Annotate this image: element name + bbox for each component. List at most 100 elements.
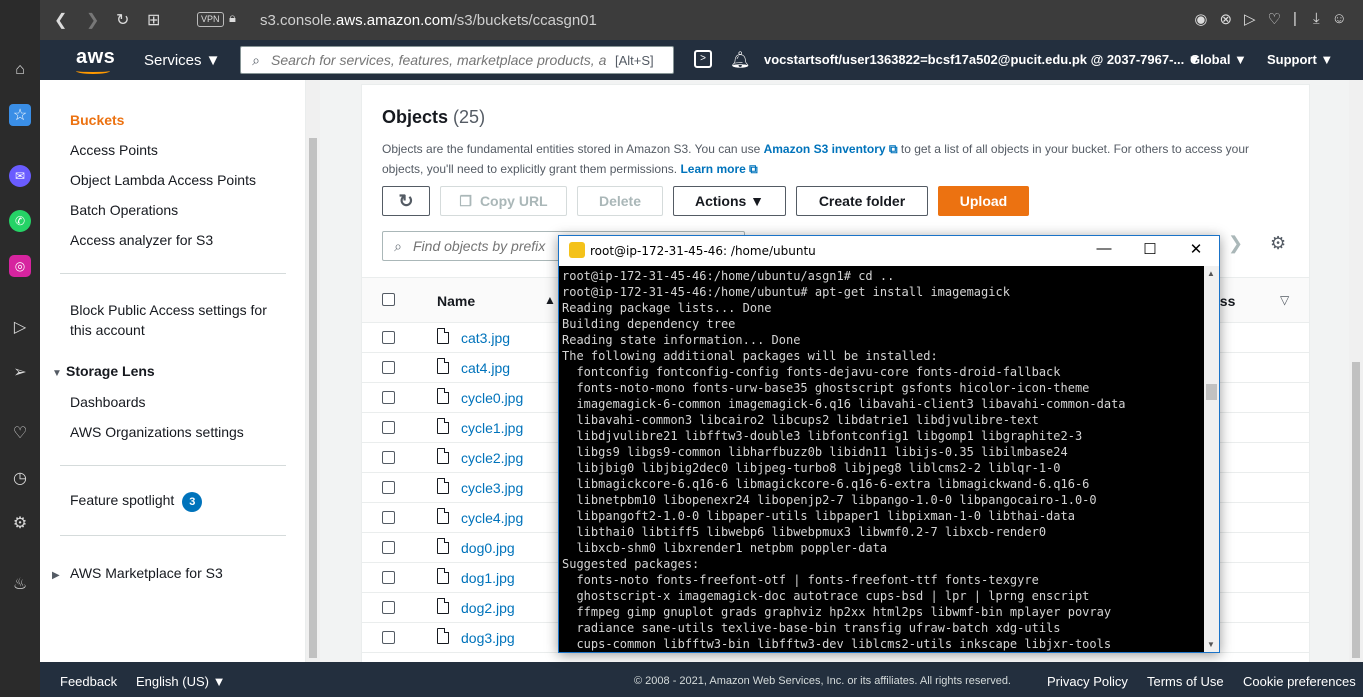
sidebar-item-block-public-access-2[interactable]: this account: [70, 322, 145, 338]
sidebar-scrollbar[interactable]: [306, 80, 320, 662]
terminal-window[interactable]: root@ip-172-31-45-46: /home/ubuntu — ☐ ✕…: [558, 235, 1220, 653]
terminal-titlebar[interactable]: root@ip-172-31-45-46: /home/ubuntu — ☐ ✕: [559, 236, 1219, 266]
refresh-button[interactable]: ↻: [382, 186, 430, 216]
actions-button[interactable]: Actions ▼: [673, 186, 786, 216]
row-checkbox[interactable]: [382, 511, 395, 524]
address-bar[interactable]: s3.console. aws.amazon.com/s3/buckets/cca…: [260, 8, 597, 32]
storage-lens-section[interactable]: ▼ Storage Lens: [52, 363, 155, 379]
scroll-thumb[interactable]: [1206, 384, 1217, 400]
row-checkbox[interactable]: [382, 601, 395, 614]
object-name-link[interactable]: dog2.jpg: [461, 600, 515, 616]
messenger-icon[interactable]: ✉: [9, 165, 31, 187]
select-all-checkbox[interactable]: [382, 293, 395, 306]
row-checkbox[interactable]: [382, 481, 395, 494]
sort-asc-icon[interactable]: ▲: [544, 293, 556, 307]
vpn-badge[interactable]: VPN: [197, 12, 224, 27]
object-name-link[interactable]: cat4.jpg: [461, 360, 510, 376]
object-name-link[interactable]: cycle1.jpg: [461, 420, 523, 436]
reload-icon[interactable]: ↻: [116, 10, 129, 30]
row-checkbox[interactable]: [382, 361, 395, 374]
heart-icon[interactable]: ♡: [9, 422, 31, 444]
services-menu[interactable]: Services ▼: [144, 52, 221, 69]
scroll-thumb[interactable]: [309, 138, 317, 658]
object-name-link[interactable]: cat3.jpg: [461, 330, 510, 346]
chevron-right-icon[interactable]: ❯: [1228, 233, 1243, 254]
feedback-link[interactable]: Feedback: [60, 674, 117, 689]
terminal-output[interactable]: root@ip-172-31-45-46:/home/ubuntu/asgn1#…: [562, 268, 1202, 652]
sidebar-item-org-settings[interactable]: AWS Organizations settings: [70, 424, 244, 440]
download-icon[interactable]: ⤓: [1313, 10, 1320, 28]
main-scrollbar[interactable]: [1349, 80, 1363, 662]
close-icon[interactable]: ✕: [1181, 240, 1211, 258]
row-checkbox[interactable]: [382, 571, 395, 584]
settings-icon[interactable]: ⚙: [9, 512, 31, 534]
bell-icon[interactable]: 🔔︎: [730, 50, 750, 70]
minimize-icon[interactable]: —: [1089, 240, 1119, 257]
object-name-link[interactable]: cycle3.jpg: [461, 480, 523, 496]
profile-icon[interactable]: ☺: [1332, 10, 1347, 28]
camera-icon[interactable]: ◉: [1194, 10, 1207, 28]
cloudshell-icon[interactable]: >: [694, 50, 712, 68]
object-name-link[interactable]: dog3.jpg: [461, 630, 515, 646]
aws-search-input[interactable]: [271, 52, 611, 68]
whatsapp-icon[interactable]: ✆: [9, 210, 31, 232]
terminal-scrollbar[interactable]: ▲ ▼: [1204, 266, 1219, 652]
row-checkbox[interactable]: [382, 331, 395, 344]
sidebar-item-object-lambda[interactable]: Object Lambda Access Points: [70, 172, 256, 188]
terms-link[interactable]: Terms of Use: [1147, 674, 1224, 689]
home-icon[interactable]: ⌂: [9, 59, 31, 81]
region-menu[interactable]: Global ▼: [1190, 52, 1247, 67]
lock-icon[interactable]: 🔒︎: [229, 10, 236, 26]
marketplace-section[interactable]: ▶ AWS Marketplace for S3: [52, 565, 223, 581]
s3-inventory-link[interactable]: Amazon S3 inventory: [764, 142, 886, 156]
maximize-icon[interactable]: ☐: [1135, 240, 1165, 258]
upload-button[interactable]: Upload: [938, 186, 1029, 216]
player-icon[interactable]: ▷: [9, 316, 31, 338]
object-name-link[interactable]: dog0.jpg: [461, 540, 515, 556]
gear-icon[interactable]: ⚙: [1270, 233, 1286, 254]
aws-search[interactable]: ⌕ [Alt+S]: [240, 46, 674, 74]
sidebar-item-batch-operations[interactable]: Batch Operations: [70, 202, 178, 218]
history-icon[interactable]: ◷: [9, 467, 31, 489]
support-menu[interactable]: Support ▼: [1267, 52, 1333, 67]
scroll-up-icon[interactable]: ▲: [1207, 269, 1215, 278]
delete-button[interactable]: Delete: [577, 186, 663, 216]
object-name-link[interactable]: cycle0.jpg: [461, 390, 523, 406]
lightbulb-icon[interactable]: ♨: [9, 573, 31, 595]
aws-logo[interactable]: aws: [76, 46, 115, 74]
learn-more-link[interactable]: Learn more: [680, 162, 745, 176]
privacy-link[interactable]: Privacy Policy: [1047, 674, 1128, 689]
back-icon[interactable]: ❮: [54, 10, 67, 30]
cookie-preferences-link[interactable]: Cookie preferences: [1243, 674, 1356, 689]
sidebar-item-access-points[interactable]: Access Points: [70, 142, 158, 158]
sidebar-item-block-public-access[interactable]: Block Public Access settings for: [70, 302, 267, 318]
create-folder-button[interactable]: Create folder: [796, 186, 928, 216]
language-selector[interactable]: English (US) ▼: [136, 674, 225, 689]
send-icon[interactable]: ➢: [9, 361, 31, 383]
object-name-link[interactable]: cycle2.jpg: [461, 450, 523, 466]
favorite-icon[interactable]: ♡: [1268, 10, 1281, 28]
sidebar-item-access-analyzer[interactable]: Access analyzer for S3: [70, 232, 213, 248]
object-name-link[interactable]: dog1.jpg: [461, 570, 515, 586]
row-checkbox[interactable]: [382, 421, 395, 434]
sidebar-item-buckets[interactable]: Buckets: [70, 112, 124, 128]
forward-icon[interactable]: ❯: [86, 10, 99, 30]
sidebar-item-feature-spotlight[interactable]: Feature spotlight 3: [70, 492, 203, 512]
extension-icon[interactable]: ☆: [9, 104, 31, 126]
scroll-down-icon[interactable]: ▼: [1207, 640, 1215, 649]
scroll-thumb[interactable]: [1352, 362, 1360, 658]
share-icon[interactable]: ▷: [1244, 10, 1256, 28]
row-checkbox[interactable]: [382, 541, 395, 554]
sidebar-item-dashboards[interactable]: Dashboards: [70, 394, 146, 410]
block-icon[interactable]: ⊗: [1219, 10, 1232, 28]
filter-down-icon[interactable]: ▽: [1280, 293, 1289, 307]
row-checkbox[interactable]: [382, 451, 395, 464]
account-menu[interactable]: vocstartsoft/user1363822=bcsf17a502@puci…: [764, 52, 1201, 67]
row-checkbox[interactable]: [382, 631, 395, 644]
copy-url-button[interactable]: ❐ Copy URL: [440, 186, 567, 216]
tabs-grid-icon[interactable]: ⊞: [147, 10, 160, 30]
instagram-icon[interactable]: ◎: [9, 255, 31, 277]
row-checkbox[interactable]: [382, 391, 395, 404]
object-name-link[interactable]: cycle4.jpg: [461, 510, 523, 526]
column-name[interactable]: Name: [437, 293, 475, 309]
